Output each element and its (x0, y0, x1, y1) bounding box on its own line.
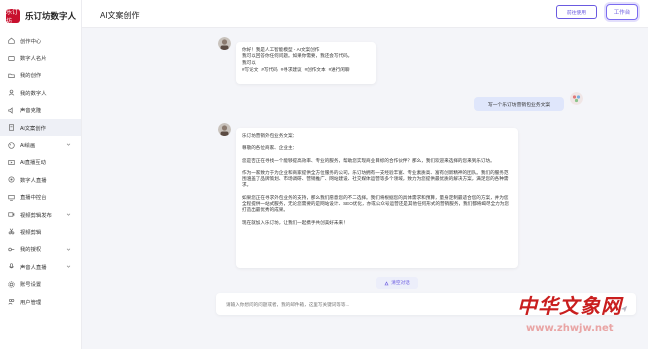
home-icon (8, 37, 15, 44)
reply-paragraph: 现在就加入乐订坊，让我们一起携手共创美好未来！ (242, 219, 348, 225)
sidebar-item-label: 声音克隆 (20, 108, 42, 115)
sidebar: 乐订坊 乐订坊数字人 创作中心数字人名片我的创作我的数字人声音克隆 Ai文案创作 A… (0, 0, 82, 349)
key-icon (8, 246, 15, 253)
sidebar-item-label: 视频剪辑 (20, 229, 42, 236)
sidebar-item-label: 声音人直播 (20, 264, 47, 271)
message-input[interactable] (216, 293, 596, 316)
sidebar-item[interactable]: 声音人直播 (0, 258, 81, 275)
sidebar-item[interactable]: 数字人直播 (0, 171, 81, 188)
workbench-button[interactable]: 工作台 (606, 4, 638, 20)
broom-icon (384, 280, 389, 285)
bot-avatar (218, 37, 231, 50)
sound-icon (8, 107, 15, 114)
sidebar-item[interactable]: 视频剪辑发布 (0, 206, 81, 223)
sidebar-item-label: 数字人直播 (20, 177, 47, 184)
reply-paragraph: 作为一家致力于为企业和商家提供全方位服务的公司，乐订坊拥有一支经验丰富、专业素质… (242, 169, 509, 188)
reply-paragraph: 乐订坊营销外包业务文案： (242, 133, 298, 138)
console-icon (8, 194, 15, 201)
sidebar-item[interactable]: 创作中心 (0, 32, 81, 49)
sidebar-item[interactable]: 我的授权 (0, 241, 81, 258)
mic-icon (8, 263, 15, 270)
gear-icon (8, 281, 15, 288)
brand[interactable]: 乐订坊 乐订坊数字人 (0, 0, 81, 32)
user-avatar (570, 92, 583, 105)
users-icon (8, 298, 15, 305)
topic-link[interactable]: #写论文 (242, 67, 258, 72)
user-message-bubble: 写一个乐订坊营销包业务文案 (474, 97, 564, 111)
paint-icon (8, 141, 15, 149)
user-icon (8, 89, 15, 96)
broadcast-icon (8, 176, 15, 183)
card-icon (8, 55, 15, 62)
topic-link[interactable]: #寻求建议 (281, 67, 302, 72)
sidebar-item-label: 创作中心 (20, 38, 42, 45)
brand-logo: 乐订坊 (6, 9, 20, 25)
sidebar-item[interactable]: Ai绘画 (0, 136, 81, 153)
page-title: AI文案创作 (100, 11, 140, 20)
chevron-down-icon[interactable] (66, 142, 71, 147)
sidebar-nav: 创作中心数字人名片我的创作我的数字人声音克隆 Ai文案创作 Ai绘画 Ai直播互动 数字… (0, 32, 81, 310)
sidebar-item-label: 我的数字人 (20, 90, 47, 97)
folder-icon (8, 72, 15, 79)
reply-bubble: 乐订坊营销外包业务文案： 尊敬的各位商家、企业主： 您是否正在寻找一个能够提高效… (236, 128, 518, 268)
send-icon[interactable] (620, 300, 628, 313)
sidebar-item[interactable]: Ai文案创作 (0, 118, 81, 137)
clear-chat-label: 清空对话 (391, 280, 410, 285)
sidebar-item-label: 账号设置 (20, 282, 42, 289)
sidebar-item-label: 直播中控台 (20, 195, 47, 202)
go-use-button[interactable]: 前往使用 (556, 5, 597, 19)
topic-link[interactable]: #进行闲聊 (329, 67, 350, 72)
greeting-line: 我可以 (242, 59, 256, 65)
reply-paragraph: 如果您正在寻求外包业务的支持，那么我们愿意您的不二选择。我们将根据您的具体需求和… (242, 194, 509, 213)
chevron-down-icon[interactable] (66, 212, 71, 217)
sidebar-item-label: Ai直播互动 (20, 160, 46, 167)
sidebar-item[interactable]: 声音克隆 (0, 102, 81, 119)
scissors-icon (8, 228, 15, 235)
header: AI文案创作 前往使用 工作台 (82, 0, 648, 28)
document-icon (8, 124, 15, 131)
sidebar-item[interactable]: 直播中控台 (0, 189, 81, 206)
sidebar-item[interactable]: 我的创作 (0, 67, 81, 84)
reply-paragraph: 您是否正在寻找一个能够提高效率、专业的服务，帮助您实现商业目标的合作伙伴？那么，… (242, 157, 495, 163)
sidebar-item-label: 我的授权 (20, 247, 42, 254)
video-icon (8, 211, 15, 218)
sidebar-item-label: 视频剪辑发布 (20, 212, 52, 219)
sidebar-item-label: 我的创作 (20, 73, 42, 80)
sidebar-item[interactable]: 用户管理 (0, 293, 81, 310)
sidebar-item[interactable]: Ai直播互动 (0, 154, 81, 171)
sidebar-item[interactable]: 数字人名片 (0, 49, 81, 66)
sidebar-item-label: 用户管理 (20, 299, 42, 306)
live-icon (8, 159, 15, 166)
topic-link[interactable]: #创作文本 (305, 67, 326, 72)
greeting-bubble: 你好！我是人工智能模型 - AI文案创作 我可以回答你任何问题。如果你需要，我还… (236, 42, 376, 84)
brand-name: 乐订坊数字人 (25, 11, 77, 21)
reply-paragraph: 尊敬的各位商家、企业主： (242, 145, 298, 151)
bot-avatar (218, 123, 231, 136)
sidebar-item-label: Ai文案创作 (20, 125, 46, 132)
sidebar-item-label: 数字人名片 (20, 56, 47, 63)
chevron-down-icon[interactable] (66, 264, 71, 269)
chat-area: 你好！我是人工智能模型 - AI文案创作 我可以回答你任何问题。如果你需要，我还… (82, 28, 648, 349)
chevron-down-icon[interactable] (66, 247, 71, 252)
greeting-line: 我可以回答你任何问题。如果你需要，我还会写代码。 (242, 53, 353, 59)
clear-chat-button[interactable]: 清空对话 (376, 277, 418, 289)
message-input-box (216, 293, 636, 316)
sidebar-item[interactable]: 视频剪辑 (0, 223, 81, 240)
sidebar-item[interactable]: 账号设置 (0, 275, 81, 292)
sidebar-item-label: Ai绘画 (20, 143, 36, 150)
topic-link[interactable]: #写代码 (261, 67, 277, 72)
sidebar-item[interactable]: 我的数字人 (0, 84, 81, 101)
topic-list: #写论文 #写代码 #寻求建议 #创作文本 #进行闲聊 (242, 67, 370, 73)
